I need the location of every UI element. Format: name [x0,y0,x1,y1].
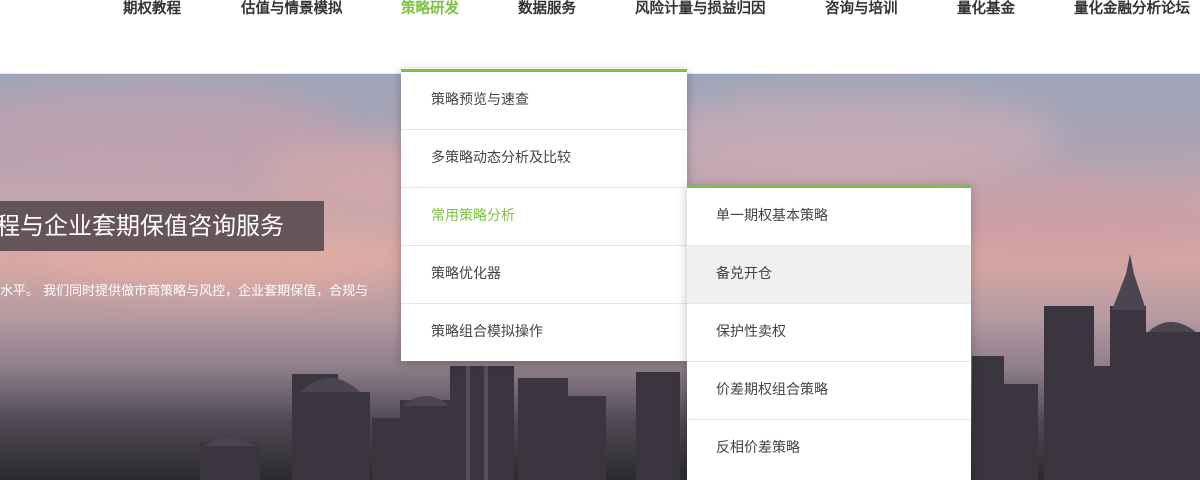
nav-item-valuation-simulation[interactable]: 估值与情景模拟 [241,0,343,18]
submenu-item-spread-strategy[interactable]: 价差期权组合策略 [687,362,971,420]
common-strategy-submenu: 单一期权基本策略 备兑开仓 保护性卖权 价差期权组合策略 反相价差策略 [687,185,971,480]
submenu-item-protective-put[interactable]: 保护性卖权 [687,304,971,362]
menu-item-multi-strategy-analysis[interactable]: 多策略动态分析及比较 [401,130,687,188]
nav-item-strategy-research[interactable]: 策略研发 [401,0,459,18]
nav-item-options-tutorial[interactable]: 期权教程 [123,0,181,18]
nav-item-data-services[interactable]: 数据服务 [518,0,576,18]
submenu-item-covered-call[interactable]: 备兑开仓 [687,246,971,304]
strategy-research-dropdown: 策略预览与速查 多策略动态分析及比较 常用策略分析 策略优化器 策略组合模拟操作 [401,69,687,361]
hero-title: 程与企业套期保值咨询服务 [0,201,324,251]
nav-item-consulting-training[interactable]: 咨询与培训 [825,0,898,18]
menu-item-portfolio-simulation[interactable]: 策略组合模拟操作 [401,304,687,361]
main-navbar: 期权教程 估值与情景模拟 策略研发 数据服务 风险计量与损益归因 咨询与培训 量… [0,0,1200,74]
menu-item-strategy-overview[interactable]: 策略预览与速查 [401,72,687,130]
submenu-item-single-option-strategy[interactable]: 单一期权基本策略 [687,188,971,246]
nav-item-risk-attribution[interactable]: 风险计量与损益归因 [635,0,766,18]
menu-item-common-strategy-analysis[interactable]: 常用策略分析 [401,188,687,246]
nav-item-quant-forum[interactable]: 量化金融分析论坛 [1074,0,1190,18]
menu-item-strategy-optimizer[interactable]: 策略优化器 [401,246,687,304]
nav-item-quant-fund[interactable]: 量化基金 [957,0,1015,18]
submenu-item-ratio-spread[interactable]: 反相价差策略 [687,420,971,477]
hero-subtitle: 水平。 我们同时提供做市商策略与风控，企业套期保值，合规与 [0,284,369,299]
